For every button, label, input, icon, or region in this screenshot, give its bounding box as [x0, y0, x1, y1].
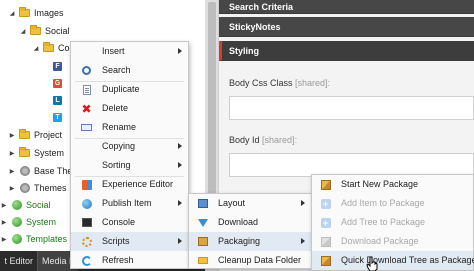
download-package-icon: [320, 236, 331, 247]
packaging-submenu: Start New Package + Add Item to Package …: [311, 174, 474, 270]
tree-node-twitter[interactable]: T: [53, 109, 62, 125]
menu-item-publish-item[interactable]: Publish Item: [71, 194, 188, 213]
submenu-arrow-icon: [178, 143, 182, 149]
tree-node-social-green[interactable]: ▶ Social: [0, 197, 51, 213]
tree-node-project[interactable]: ▶ Project: [8, 127, 62, 143]
menu-item-scripts[interactable]: Scripts: [71, 232, 188, 251]
expand-toggle-icon[interactable]: ▶: [0, 214, 8, 230]
submenu-arrow-icon: [178, 200, 182, 206]
body-css-class-label: Body Css Class [shared]:: [229, 78, 331, 88]
duplicate-icon: [81, 84, 92, 95]
system-orb-icon: [11, 217, 22, 228]
expand-toggle-icon[interactable]: ▶: [0, 231, 8, 247]
search-icon: [81, 65, 92, 76]
expand-toggle-icon[interactable]: ▶: [8, 127, 16, 143]
expand-toggle-icon[interactable]: ▶: [8, 163, 16, 179]
delete-icon: ✖: [81, 101, 92, 116]
menu-item-rename[interactable]: Rename: [71, 118, 188, 137]
collapse-toggle-icon[interactable]: ◢: [8, 5, 16, 21]
submenu-item-add-item-to-package[interactable]: + Add Item to Package: [312, 194, 473, 213]
submenu-arrow-icon: [178, 162, 182, 168]
submenu-arrow-icon: [301, 238, 305, 244]
body-id-label: Body Id [shared]:: [229, 135, 298, 145]
section-stickynotes[interactable]: StickyNotes: [219, 17, 474, 37]
submenu-item-packaging[interactable]: Packaging: [189, 232, 311, 251]
tree-node-content[interactable]: ◢ Con: [32, 40, 75, 56]
folder-icon: [19, 7, 30, 19]
menu-item-experience-editor[interactable]: Experience Editor: [71, 175, 188, 194]
add-item-icon: +: [320, 198, 331, 209]
collapse-toggle-icon[interactable]: ◢: [32, 40, 40, 56]
submenu-arrow-icon: [178, 48, 182, 54]
gear-icon: [19, 183, 30, 194]
expand-toggle-icon[interactable]: ▶: [0, 197, 8, 213]
linkedin-icon: L: [53, 95, 62, 105]
body-css-class-input[interactable]: [229, 96, 474, 120]
layout-icon: [197, 198, 208, 209]
submenu-item-cleanup-data-folder[interactable]: Cleanup Data Folder: [189, 251, 311, 270]
menu-item-insert[interactable]: Insert: [71, 42, 188, 61]
add-tree-icon: +: [320, 217, 331, 228]
submenu-item-download[interactable]: Download: [189, 213, 311, 232]
submenu-item-quick-download-tree[interactable]: Quick Download Tree as Package: [312, 251, 474, 270]
refresh-icon: [81, 255, 92, 266]
tab-content-editor[interactable]: t Editor: [0, 251, 38, 271]
tree-node-google[interactable]: G: [53, 75, 62, 91]
package-icon: [320, 179, 331, 190]
context-menu: Insert Search Duplicate ✖ Delete Rename …: [70, 41, 189, 269]
tree-node-images[interactable]: ◢ Images: [8, 5, 64, 21]
submenu-arrow-icon: [301, 200, 305, 206]
tree-node-linkedin[interactable]: L: [53, 92, 62, 108]
facebook-icon: F: [53, 61, 62, 71]
folder-icon: [19, 147, 30, 159]
quick-download-icon: [320, 255, 331, 266]
menu-item-copying[interactable]: Copying: [71, 137, 188, 156]
tree-node-base-themes[interactable]: ▶ Base Ther: [8, 163, 75, 179]
cleanup-icon: [197, 255, 208, 266]
packaging-icon: [197, 236, 208, 247]
submenu-arrow-icon: [178, 238, 182, 244]
gear-icon: [19, 166, 30, 177]
tree-node-social[interactable]: ◢ Social: [19, 23, 70, 39]
menu-item-search[interactable]: Search: [71, 61, 188, 80]
google-icon: G: [53, 78, 62, 88]
templates-orb-icon: [11, 234, 22, 245]
submenu-item-add-tree-to-package[interactable]: + Add Tree to Package: [312, 213, 473, 232]
tree-node-system[interactable]: ▶ System: [8, 145, 64, 161]
scripts-submenu: Layout Download Packaging Cleanup Data F…: [188, 193, 312, 269]
expand-toggle-icon[interactable]: ▶: [8, 180, 16, 196]
expand-toggle-icon[interactable]: ▶: [8, 145, 16, 161]
social-orb-icon: [11, 200, 22, 211]
publish-icon: [81, 198, 92, 209]
scripts-icon: [81, 236, 92, 247]
menu-item-delete[interactable]: ✖ Delete: [71, 99, 188, 118]
rename-icon: [81, 122, 92, 133]
tree-node-facebook[interactable]: F: [53, 58, 62, 74]
menu-item-console[interactable]: Console: [71, 213, 188, 232]
twitter-icon: T: [53, 112, 62, 122]
menu-item-refresh[interactable]: Refresh: [71, 251, 188, 270]
tree-node-themes[interactable]: ▶ Themes: [8, 180, 67, 196]
submenu-item-download-package[interactable]: Download Package: [312, 232, 473, 251]
download-icon: [197, 217, 208, 228]
submenu-item-start-new-package[interactable]: Start New Package: [312, 175, 473, 194]
console-icon: [81, 217, 92, 228]
folder-icon: [19, 129, 30, 141]
section-search-criteria[interactable]: Search Criteria: [219, 0, 474, 14]
tree-node-system-green[interactable]: ▶ System: [0, 214, 56, 230]
submenu-item-layout[interactable]: Layout: [189, 194, 311, 213]
collapse-toggle-icon[interactable]: ◢: [19, 23, 27, 39]
section-styling[interactable]: Styling: [219, 41, 474, 61]
experience-editor-icon: [81, 179, 92, 190]
folder-icon: [30, 25, 41, 37]
menu-item-duplicate[interactable]: Duplicate: [71, 80, 188, 99]
menu-item-sorting[interactable]: Sorting: [71, 156, 188, 175]
tree-node-templates[interactable]: ▶ Templates: [0, 231, 67, 247]
folder-icon: [43, 42, 54, 54]
hand-cursor-icon: [366, 256, 378, 271]
